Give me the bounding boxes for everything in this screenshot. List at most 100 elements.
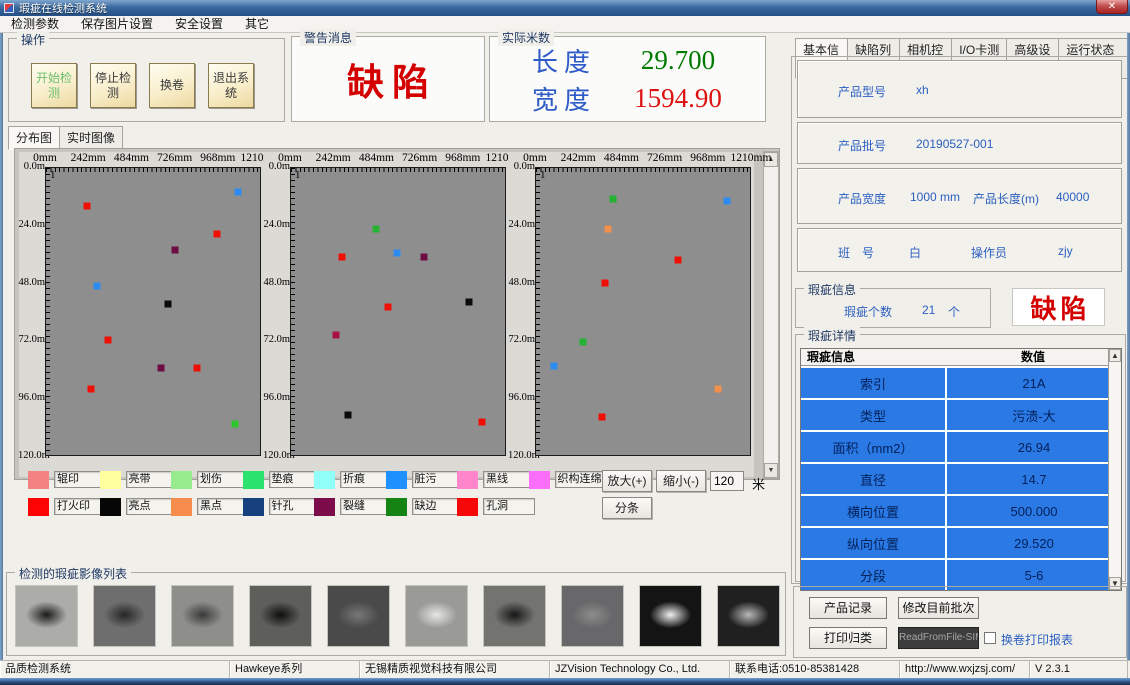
warning-text: 缺陷 — [339, 52, 437, 106]
legend-label-box[interactable]: 折痕 — [340, 471, 392, 488]
defect-marker — [333, 332, 340, 339]
menu-item-3[interactable]: 安全设置 — [164, 16, 234, 33]
legend-item-孔洞: 孔洞 — [457, 493, 529, 520]
read-from-file-button[interactable]: ReadFromFile-SIM — [898, 627, 979, 649]
menu-item-1[interactable]: 检测参数 — [0, 16, 70, 33]
length-row: 长度 29.700 — [490, 43, 765, 77]
legend-row-1: 辊印亮带划伤垫痕折痕脏污黑线织构连绵 — [28, 466, 603, 493]
defect-count-value: 21 — [922, 303, 935, 317]
modify-batch-button[interactable]: 修改目前批次 — [898, 597, 979, 619]
defect-thumbnail-8[interactable] — [561, 585, 624, 647]
table-row[interactable]: 类型污渍-大 — [801, 400, 1121, 430]
defect-thumbnail-5[interactable] — [327, 585, 390, 647]
row-value: 26.94 — [947, 432, 1121, 462]
legend-item-亮带: 亮带 — [100, 466, 172, 493]
shift-value: 白 — [909, 244, 921, 261]
defect-marker — [714, 386, 721, 393]
table-row[interactable]: 直径14.7 — [801, 464, 1121, 494]
defect-table-header: 瑕疵信息 数值 — [801, 349, 1121, 366]
op-button-1[interactable]: 开始检测 — [31, 63, 77, 108]
status-segment-5: 联系电话:0510-85381428 — [730, 661, 900, 678]
op-button-3[interactable]: 换卷 — [149, 63, 195, 108]
legend-label-box[interactable]: 织构连绵 — [555, 471, 604, 488]
product-records-button[interactable]: 产品记录 — [809, 597, 887, 619]
meter-range-input[interactable] — [710, 471, 744, 491]
table-row[interactable]: 横向位置500.000 — [801, 496, 1121, 526]
defect-marker — [551, 362, 558, 369]
tab-实时图像[interactable]: 实时图像 — [60, 126, 123, 150]
legend-label-box[interactable]: 裂缝 — [340, 498, 392, 515]
table-scrollbar[interactable]: ▲ ▼ — [1108, 349, 1121, 590]
defect-marker — [104, 336, 111, 343]
legend-label-box[interactable]: 划伤 — [197, 471, 249, 488]
defect-thumbnail-7[interactable] — [483, 585, 546, 647]
menu-item-4[interactable]: 其它 — [234, 16, 280, 33]
scroll-down-icon[interactable]: ▼ — [764, 463, 778, 478]
x-axis-ticks — [46, 168, 260, 172]
image-list-group: 检测的瑕疵影像列表 — [6, 572, 786, 656]
y-axis-ticks — [291, 168, 295, 455]
legend-label-box[interactable]: 针孔 — [269, 498, 321, 515]
alarm-text: 缺陷 — [1026, 289, 1090, 326]
table-row[interactable]: 面积（mm2）26.94 — [801, 432, 1121, 462]
defect-thumbnail-1[interactable] — [15, 585, 78, 647]
split-button[interactable]: 分条 — [602, 497, 652, 519]
legend-label-box[interactable]: 脏污 — [412, 471, 464, 488]
op-button-2[interactable]: 停止检测 — [90, 63, 136, 108]
plot-corner-label: 1 — [295, 169, 301, 181]
row-value: 21A — [947, 368, 1121, 398]
legend-swatch — [529, 471, 550, 489]
defect-thumbnail-2[interactable] — [93, 585, 156, 647]
legend-label-box[interactable]: 黑线 — [483, 471, 535, 488]
defect-marker — [231, 421, 238, 428]
plot-corner-label: 1 — [540, 169, 546, 181]
defect-marker — [599, 414, 606, 421]
zoom-out-button[interactable]: 缩小(-) — [656, 470, 706, 492]
defect-marker — [604, 226, 611, 233]
y-tick-label: 72.0m — [18, 334, 45, 345]
table-row[interactable]: 索引21A — [801, 368, 1121, 398]
x-tick-label: 968mm — [200, 152, 235, 164]
close-button[interactable]: ✕ — [1096, 0, 1128, 14]
x-tick-label: 726mm — [647, 152, 682, 164]
defect-thumbnail-3[interactable] — [171, 585, 234, 647]
print-classify-button[interactable]: 打印归类 — [809, 627, 887, 649]
row-label: 横向位置 — [801, 496, 945, 526]
defect-thumbnail-9[interactable] — [639, 585, 702, 647]
status-segment-7: V 2.3.1 — [1030, 661, 1128, 678]
x-tick-label: 484mm — [604, 152, 639, 164]
legend-label-box[interactable]: 辊印 — [54, 471, 106, 488]
row-label: 直径 — [801, 464, 945, 494]
defect-thumbnail-4[interactable] — [249, 585, 312, 647]
op-button-4[interactable]: 退出系统 — [208, 63, 254, 108]
legend-label-box[interactable]: 亮带 — [126, 471, 178, 488]
x-tick-label: 484mm — [359, 152, 394, 164]
y-axis-ticks — [536, 168, 540, 455]
legend-swatch — [28, 471, 49, 489]
status-segment-6: http://www.wxjzsj.com/ — [900, 661, 1030, 678]
zoom-in-button[interactable]: 放大(+) — [602, 470, 652, 492]
legend-item-划伤: 划伤 — [171, 466, 243, 493]
plots-scrollbar[interactable]: ▲ ▼ — [763, 151, 779, 479]
legend-label-box[interactable]: 垫痕 — [269, 471, 321, 488]
legend-label-box[interactable]: 孔洞 — [483, 498, 535, 515]
legend-swatch — [386, 498, 407, 516]
legend-label-box[interactable]: 亮点 — [126, 498, 178, 515]
plot-area: 1 — [45, 167, 261, 456]
tab-分布图[interactable]: 分布图 — [8, 126, 60, 150]
legend-row-2: 打火印亮点黑点针孔裂缝缺边孔洞 — [28, 493, 603, 520]
defect-thumbnail-6[interactable] — [405, 585, 468, 647]
legend-label-box[interactable]: 黑点 — [197, 498, 249, 515]
x-tick-label: 1210mm — [731, 152, 772, 164]
legend-label-box[interactable]: 缺边 — [412, 498, 464, 515]
defect-count-unit: 个 — [948, 303, 960, 320]
table-scroll-up-icon[interactable]: ▲ — [1109, 349, 1121, 362]
y-tick-label: 0.0m — [263, 161, 290, 172]
table-row[interactable]: 纵向位置29.520 — [801, 528, 1121, 558]
defect-thumbnail-10[interactable] — [717, 585, 780, 647]
menu-item-2[interactable]: 保存图片设置 — [70, 16, 164, 33]
print-report-checkbox[interactable] — [984, 632, 996, 644]
legend-swatch — [243, 471, 264, 489]
titlebar[interactable]: 瑕疵在线检测系统 ✕ — [0, 0, 1130, 16]
legend-label-box[interactable]: 打火印 — [54, 498, 106, 515]
